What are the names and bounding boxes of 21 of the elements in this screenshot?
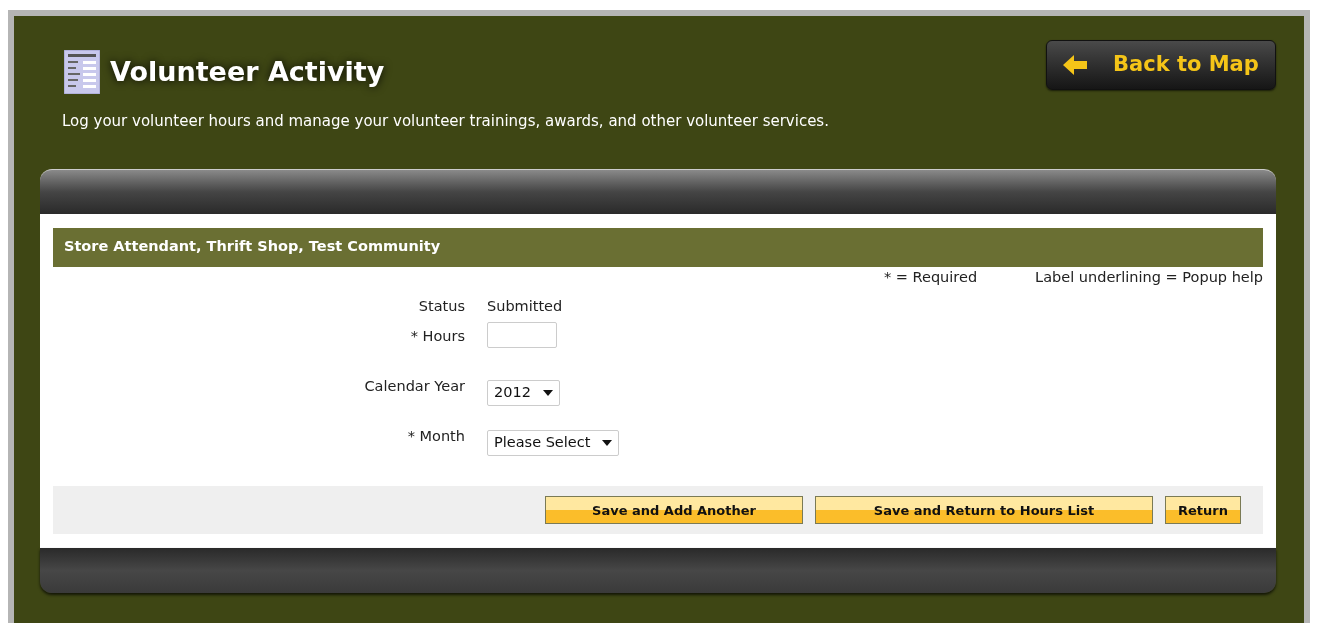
- legend-text: * = Required: [883, 267, 978, 287]
- field-label: Calendar Year: [363, 377, 465, 397]
- field-label: * Hours: [409, 327, 465, 347]
- field-label: * Month: [406, 427, 465, 447]
- status-value: Submitted: [487, 297, 563, 317]
- dropdown-caret-icon: [602, 440, 613, 447]
- document-icon: [64, 50, 100, 94]
- action-button[interactable]: Return: [1165, 496, 1241, 525]
- page-description: Log your volunteer hours and manage your volunteer trainings, awards, and other volunteer services.: [61, 111, 830, 132]
- back-to-map-button[interactable]: Back to Map: [1046, 40, 1276, 90]
- dropdown[interactable]: 2012: [487, 380, 560, 407]
- left-arrow-icon: [1063, 55, 1089, 75]
- page-title: Volunteer Activity: [110, 54, 385, 89]
- dropdown-caret-icon: [542, 390, 553, 397]
- hours-field[interactable]: [487, 322, 557, 349]
- legend-text: Label underlining = Popup help: [1035, 267, 1263, 287]
- action-button[interactable]: Save and Add Another: [545, 496, 803, 525]
- field-label: Status: [417, 297, 465, 317]
- dropdown[interactable]: Please Select: [487, 430, 620, 457]
- form-heading: Store Attendant, Thrift Shop, Test Community: [53, 227, 1263, 267]
- action-button[interactable]: Save and Return to Hours List: [815, 496, 1153, 525]
